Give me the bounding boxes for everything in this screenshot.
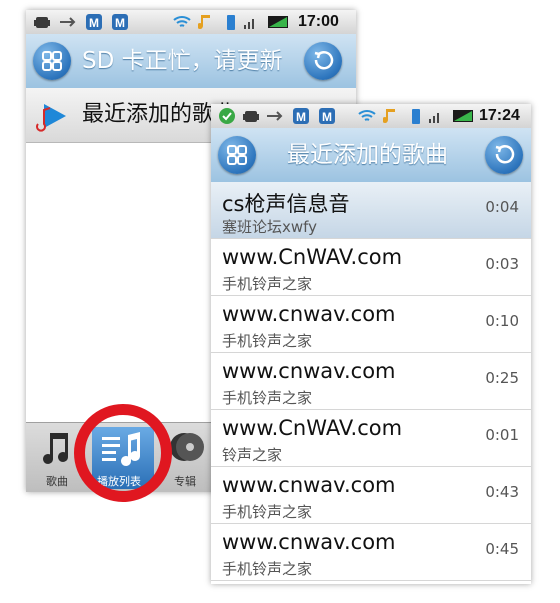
music-note-icon xyxy=(43,433,68,464)
song-row[interactable]: www.CnWAV.com 铃声之家 0:01 xyxy=(211,410,531,467)
song-duration: 0:03 xyxy=(485,255,519,273)
m-app-icon: M xyxy=(291,107,311,125)
library-button[interactable] xyxy=(218,136,256,174)
tab-albums[interactable]: 专辑 xyxy=(166,427,210,489)
song-duration: 0:43 xyxy=(485,483,519,501)
wifi-icon xyxy=(357,107,377,125)
song-duration: 0:10 xyxy=(485,312,519,330)
tab-albums-label: 专辑 xyxy=(174,475,196,488)
title-bar: SD 卡正忙，请更新 xyxy=(26,34,356,89)
undo-icon xyxy=(314,51,334,70)
undo-icon xyxy=(495,145,515,164)
android-icon xyxy=(241,107,261,125)
battery-icon xyxy=(224,13,238,31)
back-button[interactable] xyxy=(485,136,523,174)
status-bar: M M 17:24 xyxy=(211,104,531,128)
highlight-circle xyxy=(74,404,172,502)
status-time: 17:24 xyxy=(479,107,520,124)
signal-strength-icon xyxy=(266,13,290,31)
song-artist: 手机铃声之家 xyxy=(222,389,313,407)
usb-icon xyxy=(58,13,78,31)
page-title: SD 卡正忙，请更新 xyxy=(82,48,283,74)
music-note-icon xyxy=(196,13,214,31)
svg-text:M: M xyxy=(322,110,332,124)
song-duration: 0:25 xyxy=(485,369,519,387)
m-app-icon: M xyxy=(84,13,104,31)
song-row[interactable]: cs枪声信息音 塞班论坛xwfy 0:04 xyxy=(211,182,531,239)
status-time: 17:00 xyxy=(298,13,339,30)
back-button[interactable] xyxy=(304,42,342,80)
check-icon xyxy=(217,107,237,125)
song-title: www.cnwav.com xyxy=(222,359,396,383)
music-note-icon xyxy=(381,107,399,125)
page-title: 最近添加的歌曲 xyxy=(287,142,448,168)
m-app-icon: M xyxy=(110,13,130,31)
song-duration: 0:01 xyxy=(485,426,519,444)
song-artist: 铃声之家 xyxy=(222,446,283,464)
battery-icon xyxy=(409,107,423,125)
title-bar: 最近添加的歌曲 xyxy=(211,128,531,183)
svg-text:M: M xyxy=(89,16,99,30)
grid-icon xyxy=(42,51,62,71)
song-row[interactable]: www.CnWAV.com 手机铃声之家 0:03 xyxy=(211,239,531,296)
signal-icon xyxy=(242,13,258,31)
song-duration: 0:45 xyxy=(485,540,519,558)
grid-icon xyxy=(227,145,247,165)
song-duration: 0:04 xyxy=(485,198,519,216)
android-icon xyxy=(32,13,52,31)
song-artist: 手机铃声之家 xyxy=(222,332,313,350)
song-title: www.cnwav.com xyxy=(222,473,396,497)
play-arrow-icon xyxy=(36,100,70,136)
signal-icon xyxy=(427,107,443,125)
front-screen: M M 17:24 最近添加的歌曲 cs枪声信息音 塞班论坛xwfy 0:04 … xyxy=(211,104,531,584)
disc-icon xyxy=(170,433,204,461)
song-list: cs枪声信息音 塞班论坛xwfy 0:04 www.CnWAV.com 手机铃声… xyxy=(211,182,531,581)
song-title: www.cnwav.com xyxy=(222,302,396,326)
library-button[interactable] xyxy=(33,42,71,80)
usb-icon xyxy=(265,107,285,125)
song-artist: 塞班论坛xwfy xyxy=(222,218,318,236)
song-artist: 手机铃声之家 xyxy=(222,275,313,293)
song-title: www.CnWAV.com xyxy=(222,245,403,269)
song-title: www.cnwav.com xyxy=(222,530,396,554)
m-app-icon: M xyxy=(317,107,337,125)
song-artist: 手机铃声之家 xyxy=(222,503,313,521)
song-row[interactable]: www.cnwav.com 手机铃声之家 0:45 xyxy=(211,524,531,581)
svg-text:M: M xyxy=(296,110,306,124)
song-title: www.CnWAV.com xyxy=(222,416,403,440)
song-title: cs枪声信息音 xyxy=(222,192,350,216)
tab-songs-label: 歌曲 xyxy=(46,475,68,488)
status-bar: M M 17:00 xyxy=(26,10,356,34)
signal-strength-icon xyxy=(451,107,475,125)
svg-text:M: M xyxy=(115,16,125,30)
wifi-icon xyxy=(172,13,192,31)
song-row[interactable]: www.cnwav.com 手机铃声之家 0:25 xyxy=(211,353,531,410)
song-row[interactable]: www.cnwav.com 手机铃声之家 0:43 xyxy=(211,467,531,524)
song-artist: 手机铃声之家 xyxy=(222,560,313,578)
song-row[interactable]: www.cnwav.com 手机铃声之家 0:10 xyxy=(211,296,531,353)
